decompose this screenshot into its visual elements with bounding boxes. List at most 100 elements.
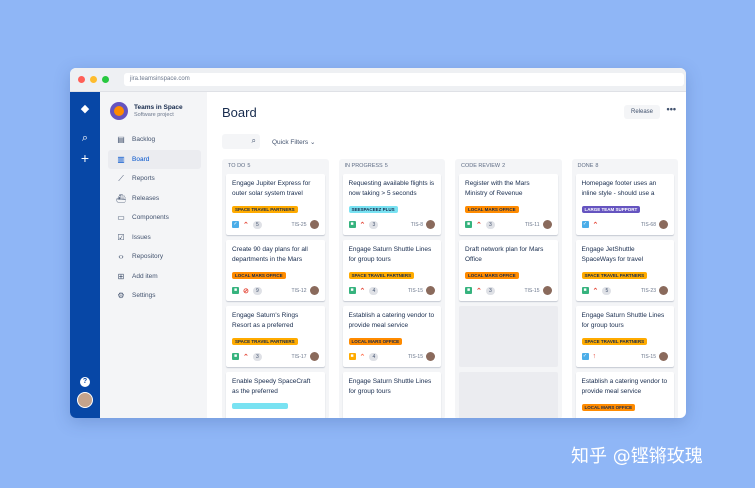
issue-key[interactable]: TIS-68 [641, 222, 656, 228]
issue-card[interactable]: Register with the Mars Ministry of Reven… [459, 174, 558, 235]
epic-label[interactable]: SPACE TRAVEL PARTNERS [232, 206, 298, 213]
issue-card[interactable]: Engage Saturn Shuttle Lines for group to… [575, 306, 674, 367]
search-icon[interactable]: ⌕ [70, 132, 100, 145]
sidebar-item-reports[interactable]: ⟋ Reports [100, 169, 207, 189]
release-button[interactable]: Release [623, 105, 660, 119]
issue-card[interactable]: Requesting available flights is now taki… [342, 174, 441, 235]
task-type-icon: ✓ [581, 221, 589, 228]
assignee-avatar-icon[interactable] [659, 352, 668, 361]
sidebar-item-label: Board [132, 155, 150, 163]
board-search-input[interactable]: ⌕ [222, 134, 260, 149]
issue-key[interactable]: TIS-23 [641, 288, 656, 294]
jira-logo-icon[interactable]: ◆ [70, 102, 100, 115]
help-icon[interactable]: ? [70, 374, 100, 387]
quick-filters-dropdown[interactable]: Quick Filters ⌄ [272, 138, 315, 146]
issue-key[interactable]: TIS-11 [525, 222, 540, 228]
sidebar-item-releases[interactable]: ⛴ Releases [100, 189, 207, 209]
assignee-avatar-icon[interactable] [659, 220, 668, 229]
issue-card[interactable]: Engage Saturn Shuttle Lines for group to… [342, 240, 441, 301]
releases-icon: ⛴ [115, 193, 127, 203]
epic-label[interactable]: LOCAL MARS OFFICE [232, 272, 286, 279]
column-count: 5 [247, 163, 251, 169]
sidebar-item-issues[interactable]: ☑ Issues [100, 228, 207, 248]
filter-bar: ⌕ Quick Filters ⌄ [222, 134, 678, 149]
close-window-dot[interactable] [78, 76, 85, 83]
epic-label[interactable]: LOCAL MARS OFFICE [348, 338, 403, 345]
project-header[interactable]: Teams in Space Software project [100, 102, 207, 130]
issue-key[interactable]: TIS-12 [291, 288, 306, 294]
assignee-avatar-icon[interactable] [426, 352, 435, 361]
minimize-window-dot[interactable] [90, 76, 97, 83]
priority-icon: ⌃ [359, 353, 366, 361]
components-icon: ▭ [117, 213, 125, 223]
story-points-badge: 3 [252, 352, 262, 361]
issue-card[interactable]: Establish a catering vendor to provide m… [342, 306, 441, 367]
issue-card[interactable]: Draft network plan for Mars Office LOCAL … [459, 240, 558, 301]
priority-icon: ⌃ [476, 287, 482, 295]
sidebar-item-label: Add item [132, 272, 158, 280]
issue-key[interactable]: TIS-25 [291, 222, 306, 228]
issue-card[interactable]: Engage Jupiter Express for outer solar s… [226, 174, 325, 235]
priority-icon: ↑ [592, 353, 597, 360]
browser-titlebar: jira.teamsinspace.com [70, 68, 686, 92]
column-title: CODE REVIEW [461, 163, 501, 169]
repository-icon: ‹› [118, 252, 124, 262]
issue-summary: Enable Speedy SpaceCraft as the preferre… [232, 378, 311, 395]
epic-label[interactable]: LOCAL MARS OFFICE [581, 404, 636, 411]
story-points-badge: 3 [485, 220, 495, 229]
more-options-icon[interactable]: ••• [667, 104, 676, 114]
assignee-avatar-icon[interactable] [309, 286, 319, 295]
issue-card[interactable]: Establish a catering vendor to provide m… [575, 372, 674, 418]
card-footer: ■ ⌃ 4 TIS-15 [348, 286, 435, 295]
epic-label[interactable]: SEESPACEEZ PLUS [348, 206, 398, 213]
epic-label[interactable]: SPACE TRAVEL PARTNERS [348, 272, 415, 279]
story-points-badge: 4 [369, 352, 379, 361]
issue-card[interactable]: Engage Saturn Shuttle Lines for group to… [342, 372, 441, 418]
epic-label[interactable]: LOCAL MARS OFFICE [465, 272, 519, 279]
issue-card[interactable]: Engage Saturn's Rings Resort as a prefer… [226, 306, 325, 367]
assignee-avatar-icon[interactable] [426, 220, 435, 229]
epic-label[interactable]: SPACE TRAVEL PARTNERS [232, 338, 298, 345]
sidebar-item-components[interactable]: ▭ Components [100, 208, 207, 228]
issue-card[interactable]: Engage JetShuttle SpaceWays for travel SP… [575, 240, 674, 301]
sidebar-item-board[interactable]: ▥ Board [108, 149, 201, 169]
page-title: Board [222, 105, 257, 120]
epic-label[interactable]: LARGE TEAM SUPPORT [581, 206, 641, 213]
sidebar-item-add-item[interactable]: ⊞ Add item [100, 267, 207, 287]
epic-label[interactable]: SPACE TRAVEL PARTNERS [581, 338, 648, 345]
create-plus-icon[interactable]: + [70, 150, 100, 166]
assignee-avatar-icon[interactable] [542, 286, 552, 295]
epic-label[interactable] [232, 403, 288, 409]
issue-key[interactable]: TIS-15 [524, 288, 539, 294]
issue-key[interactable]: TIS-15 [408, 288, 423, 294]
sidebar-item-repository[interactable]: ‹› Repository [100, 247, 207, 267]
sidebar-item-backlog[interactable]: ▤ Backlog [100, 130, 207, 150]
assignee-avatar-icon[interactable] [309, 352, 319, 361]
issue-key[interactable]: TIS-17 [291, 354, 306, 360]
chevron-down-icon: ⌄ [309, 138, 316, 146]
assignee-avatar-icon[interactable] [309, 220, 319, 229]
issue-card[interactable]: Create 90 day plans for all departments … [226, 240, 325, 301]
column-count: 5 [384, 163, 388, 169]
issue-key[interactable]: TIS-15 [408, 354, 423, 360]
card-footer: ✓ ⌃ TIS-68 [581, 220, 668, 229]
assignee-avatar-icon[interactable] [426, 286, 435, 295]
issue-key[interactable]: TIS-15 [641, 354, 656, 360]
project-name: Teams in Space [134, 104, 183, 111]
issue-card[interactable]: Enable Speedy SpaceCraft as the preferre… [226, 372, 325, 418]
issue-summary: Establish a catering vendor to provide m… [581, 378, 668, 395]
column-header: DONE 8 [576, 159, 675, 174]
empty-drop-zone [459, 372, 558, 418]
assignee-avatar-icon[interactable] [542, 220, 552, 229]
issue-key[interactable]: TIS-8 [411, 222, 423, 228]
epic-label[interactable]: LOCAL MARS OFFICE [465, 206, 519, 213]
maximize-window-dot[interactable] [102, 76, 109, 83]
board-columns: TO DO 5 Engage Jupiter Express for outer s… [222, 159, 678, 418]
epic-label[interactable]: SPACE TRAVEL PARTNERS [581, 272, 648, 279]
user-avatar-icon[interactable] [77, 392, 93, 408]
assignee-avatar-icon[interactable] [659, 286, 668, 295]
settings-icon: ⚙ [117, 291, 125, 301]
url-bar[interactable]: jira.teamsinspace.com [124, 73, 684, 86]
sidebar-item-settings[interactable]: ⚙ Settings [100, 286, 207, 306]
issue-card[interactable]: Homepage footer uses an inline style - s… [575, 174, 674, 235]
